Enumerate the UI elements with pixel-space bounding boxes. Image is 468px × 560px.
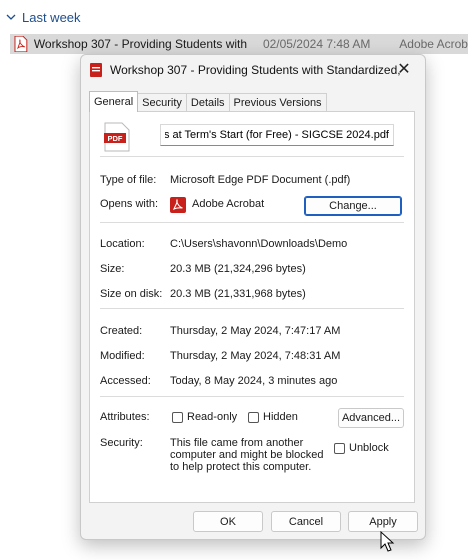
tab-general[interactable]: General (89, 91, 139, 112)
unblock-label: Unblock (349, 442, 389, 454)
created-label: Created: (100, 325, 143, 337)
readonly-label: Read-only (187, 411, 238, 423)
advanced-button[interactable]: Advanced... (338, 408, 404, 428)
pdf-file-icon (90, 63, 102, 77)
dialog-title: Workshop 307 - Providing Students with S… (110, 63, 400, 77)
tab-previous-versions[interactable]: Previous Versions (228, 93, 327, 112)
accessed-label: Accessed: (100, 375, 151, 387)
general-panel: PDF Type of file: Microsoft Edge PDF Doc… (89, 111, 415, 503)
file-name: Workshop 307 - Providing Students with .… (33, 37, 251, 51)
file-date: 02/05/2024 7:48 AM (262, 37, 371, 51)
file-type: Adobe Acrob (399, 37, 468, 51)
unblock-checkbox[interactable] (334, 443, 345, 454)
modified-label: Modified: (100, 350, 145, 362)
hidden-checkbox[interactable] (248, 412, 259, 423)
pdf-document-icon: PDF (104, 122, 130, 152)
hidden-label: Hidden (263, 411, 298, 423)
opens-value: Adobe Acrobat (192, 198, 265, 210)
apply-button[interactable]: Apply (348, 511, 418, 532)
size-value: 20.3 MB (21,324,296 bytes) (170, 263, 306, 275)
divider (100, 308, 404, 309)
size-label: Size: (100, 263, 125, 275)
tab-details[interactable]: Details (185, 93, 230, 112)
group-header-last-week[interactable]: Last week (0, 6, 468, 28)
readonly-checkbox[interactable] (172, 412, 183, 423)
location-value: C:\Users\shavonn\Downloads\Demo (170, 238, 348, 250)
type-label: Type of file: (100, 174, 157, 186)
group-label: Last week (22, 9, 81, 25)
location-label: Location: (100, 238, 145, 250)
change-button[interactable]: Change... (304, 196, 402, 216)
size-disk-value: 20.3 MB (21,331,968 bytes) (170, 288, 306, 300)
accessed-value: Today, 8 May 2024, 3 minutes ago (170, 375, 338, 387)
type-value: Microsoft Edge PDF Document (.pdf) (170, 174, 351, 186)
modified-value: Thursday, 2 May 2024, 7:48:31 AM (170, 350, 341, 362)
file-name-input[interactable] (160, 124, 394, 146)
tab-strip: General Security Details Previous Versio… (89, 91, 327, 112)
divider (100, 396, 404, 397)
close-icon[interactable]: ✕ (395, 61, 413, 79)
attributes-label: Attributes: (100, 411, 150, 423)
tab-security[interactable]: Security (137, 93, 187, 112)
opens-label: Opens with: (100, 198, 159, 210)
ok-button[interactable]: OK (193, 511, 263, 532)
security-label: Security: (100, 437, 143, 449)
file-list-row[interactable]: Workshop 307 - Providing Students with .… (10, 34, 468, 54)
pdf-icon-label: PDF (108, 134, 123, 143)
dialog-titlebar[interactable]: Workshop 307 - Providing Students with S… (81, 55, 425, 85)
created-value: Thursday, 2 May 2024, 7:47:17 AM (170, 325, 341, 337)
cancel-button[interactable]: Cancel (271, 511, 341, 532)
chevron-down-icon (6, 14, 16, 20)
properties-dialog: Workshop 307 - Providing Students with S… (80, 54, 426, 540)
divider (100, 156, 404, 157)
size-disk-label: Size on disk: (100, 288, 163, 300)
security-text: This file came from another computer and… (170, 437, 324, 473)
adobe-acrobat-icon (170, 197, 186, 213)
divider (100, 222, 404, 223)
mouse-cursor-icon (380, 531, 395, 552)
pdf-file-icon (14, 36, 28, 52)
